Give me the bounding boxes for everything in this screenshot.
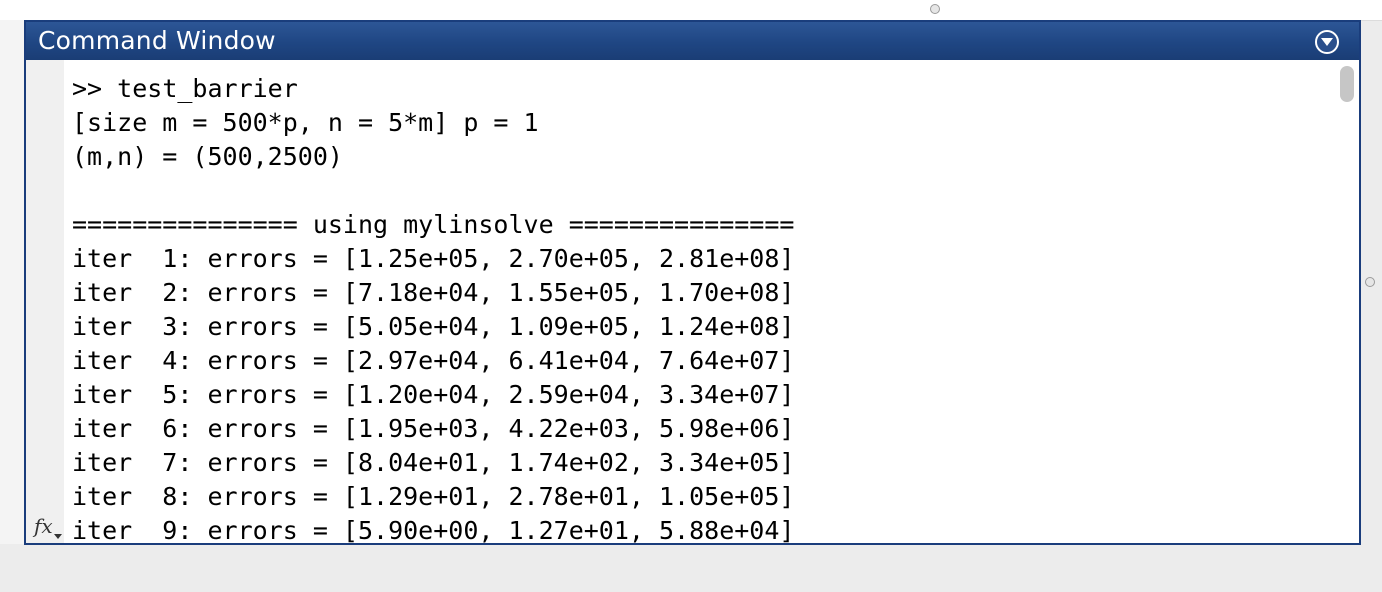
command-gutter: fx bbox=[26, 60, 64, 543]
prompt-command: test_barrier bbox=[117, 74, 298, 103]
output-line: [size m = 500*p, n = 5*m] p = 1 bbox=[72, 108, 539, 137]
output-line: iter 5: errors = [1.20e+04, 2.59e+04, 3.… bbox=[72, 380, 795, 409]
output-line: =============== using mylinsolve =======… bbox=[72, 210, 795, 239]
command-window-panel: Command Window fx >> test_barrier [size … bbox=[24, 20, 1361, 545]
scrollbar-thumb[interactable] bbox=[1340, 66, 1354, 102]
output-line: iter 1: errors = [1.25e+05, 2.70e+05, 2.… bbox=[72, 244, 795, 273]
output-line: iter 6: errors = [1.95e+03, 4.22e+03, 5.… bbox=[72, 414, 795, 443]
vertical-scrollbar[interactable] bbox=[1333, 60, 1359, 543]
output-line: iter 9: errors = [5.90e+00, 1.27e+01, 5.… bbox=[72, 516, 795, 543]
output-line: iter 2: errors = [7.18e+04, 1.55e+05, 1.… bbox=[72, 278, 795, 307]
command-window-title: Command Window bbox=[38, 26, 276, 55]
top-toolstrip-edge bbox=[0, 0, 1382, 21]
output-line: iter 7: errors = [8.04e+01, 1.74e+02, 3.… bbox=[72, 448, 795, 477]
output-line: iter 3: errors = [5.05e+04, 1.09e+05, 1.… bbox=[72, 312, 795, 341]
output-line: iter 4: errors = [2.97e+04, 6.41e+04, 7.… bbox=[72, 346, 795, 375]
command-window-body[interactable]: fx >> test_barrier [size m = 500*p, n = … bbox=[26, 60, 1359, 543]
fx-dropdown-arrow-icon bbox=[53, 534, 62, 539]
command-window-titlebar[interactable]: Command Window bbox=[26, 22, 1359, 60]
resize-handle-right[interactable] bbox=[1365, 277, 1375, 287]
fx-icon[interactable]: fx bbox=[34, 514, 62, 539]
left-panel-edge bbox=[0, 20, 24, 544]
command-output[interactable]: >> test_barrier [size m = 500*p, n = 5*m… bbox=[72, 72, 794, 543]
prompt-symbol: >> bbox=[72, 74, 103, 103]
fx-label: fx bbox=[34, 514, 53, 538]
output-line: iter 8: errors = [1.29e+01, 2.78e+01, 1.… bbox=[72, 482, 795, 511]
resize-handle-top[interactable] bbox=[930, 4, 940, 14]
chevron-down-circle-icon[interactable] bbox=[1315, 30, 1339, 54]
output-line: (m,n) = (500,2500) bbox=[72, 142, 343, 171]
